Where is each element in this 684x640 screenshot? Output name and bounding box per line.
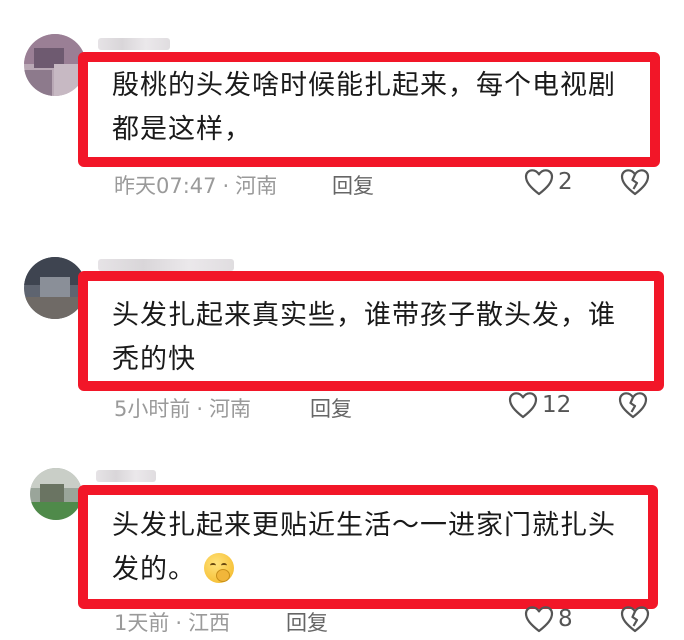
meta-separator: · bbox=[222, 174, 230, 198]
like-count: 12 bbox=[542, 392, 572, 418]
broken-heart-icon bbox=[618, 392, 648, 423]
dislike-button[interactable] bbox=[620, 605, 650, 637]
avatar[interactable] bbox=[24, 257, 86, 319]
username-blurred bbox=[98, 259, 234, 271]
shushing-face-emoji-icon bbox=[204, 553, 234, 583]
username-blurred bbox=[98, 38, 170, 50]
heart-outline-icon bbox=[524, 168, 554, 196]
comment-time: 昨天07:47 bbox=[114, 174, 217, 198]
reply-button[interactable]: 回复 bbox=[310, 393, 352, 423]
comment-text-line-with-emoji: 发的。 bbox=[112, 548, 652, 592]
comment-text-line: 头发扎起来真实些，谁带孩子散头发，谁 bbox=[112, 300, 616, 331]
reply-button[interactable]: 回复 bbox=[286, 607, 328, 637]
comment-location: 江西 bbox=[188, 611, 231, 635]
like-count: 2 bbox=[558, 169, 573, 195]
heart-outline-icon bbox=[524, 605, 554, 633]
broken-heart-icon bbox=[620, 606, 650, 637]
reply-button[interactable]: 回复 bbox=[332, 170, 374, 200]
comment-meta: 5小时前 · 河南 bbox=[114, 393, 251, 423]
like-button[interactable]: 2 bbox=[524, 168, 573, 196]
like-count: 8 bbox=[558, 606, 573, 632]
comment-text-line: 发的。 bbox=[112, 554, 196, 585]
avatar[interactable] bbox=[24, 34, 86, 96]
comment-time: 5小时前 bbox=[114, 397, 191, 421]
like-button[interactable]: 8 bbox=[524, 605, 573, 633]
meta-separator: · bbox=[196, 397, 204, 421]
comment-text-line: 都是这样， bbox=[112, 114, 252, 145]
comment-time: 1天前 bbox=[114, 611, 170, 635]
comment-text: 殷桃的头发啥时候能扎起来，每个电视剧 都是这样， bbox=[112, 64, 652, 152]
comment-text: 头发扎起来真实些，谁带孩子散头发，谁 秃的快 bbox=[112, 294, 652, 382]
comment-item: 殷桃的头发啥时候能扎起来，每个电视剧 都是这样， 昨天07:47 · 河南 回复 2 bbox=[0, 0, 684, 215]
comment-location: 河南 bbox=[235, 174, 278, 198]
comment-text: 头发扎起来更贴近生活～一进家门就扎头 发的。 bbox=[112, 504, 652, 592]
broken-heart-icon bbox=[620, 169, 650, 200]
comment-text-line: 秃的快 bbox=[112, 344, 196, 375]
dislike-button[interactable] bbox=[618, 391, 648, 423]
username-blurred bbox=[96, 470, 156, 482]
meta-separator: · bbox=[175, 611, 183, 635]
comment-text-line: 头发扎起来更贴近生活～一进家门就扎头 bbox=[112, 510, 616, 541]
like-button[interactable]: 12 bbox=[508, 391, 571, 419]
comment-item: 头发扎起来真实些，谁带孩子散头发，谁 秃的快 5小时前 · 河南 回复 12 bbox=[0, 215, 684, 440]
heart-outline-icon bbox=[508, 391, 538, 419]
comment-meta: 1天前 · 江西 bbox=[114, 607, 230, 637]
comment-text-line: 殷桃的头发啥时候能扎起来，每个电视剧 bbox=[112, 70, 616, 101]
avatar[interactable] bbox=[30, 468, 82, 520]
comment-location: 河南 bbox=[209, 397, 252, 421]
comment-meta: 昨天07:47 · 河南 bbox=[114, 170, 277, 200]
comment-item: 头发扎起来更贴近生活～一进家门就扎头 发的。 1天前 · 江西 回复 8 bbox=[0, 440, 684, 640]
dislike-button[interactable] bbox=[620, 168, 650, 200]
